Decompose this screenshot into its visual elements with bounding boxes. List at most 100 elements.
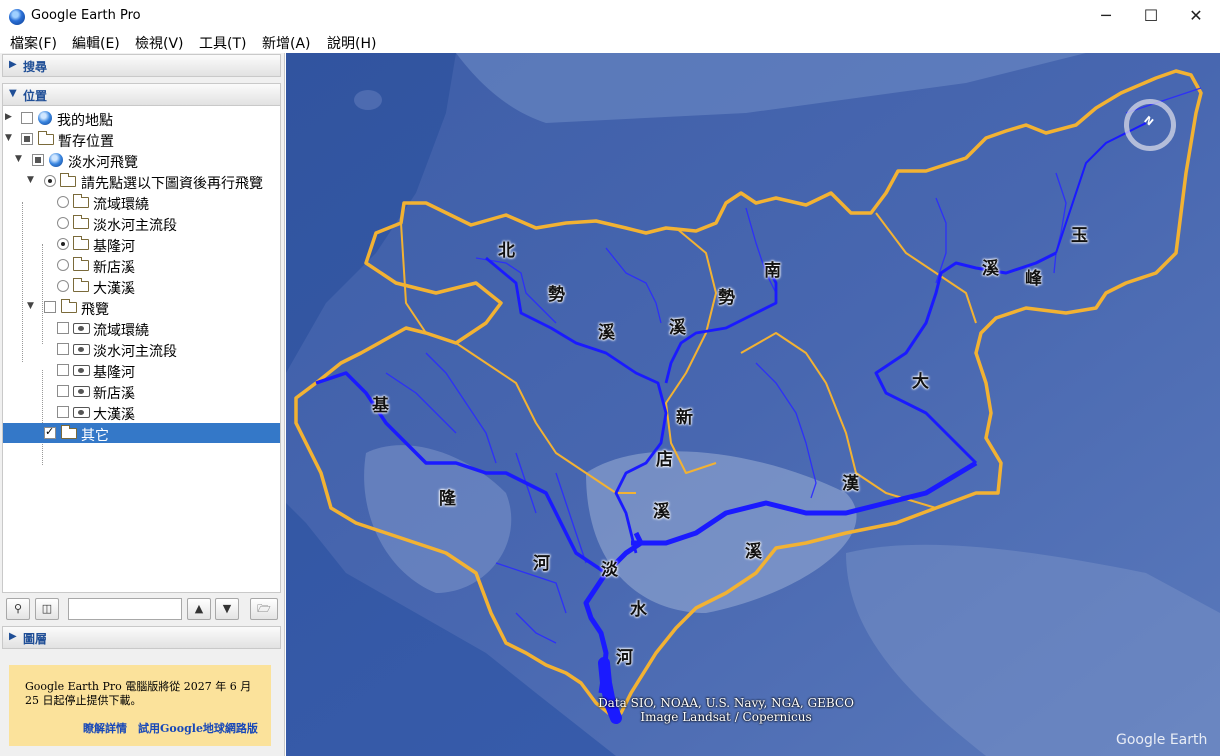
label-xi-4: 溪: [653, 502, 670, 522]
tour-icon: [73, 323, 90, 334]
tree-item-tour-xindian-river[interactable]: 新店溪: [3, 381, 280, 402]
collapse-arrow-icon[interactable]: ▼: [27, 175, 34, 185]
expand-arrow-icon[interactable]: ▶: [5, 112, 12, 122]
checkbox[interactable]: [57, 343, 69, 355]
try-web-version-link[interactable]: 試用Google地球網路版: [138, 720, 258, 736]
layers-panel-title: 圖層: [23, 632, 48, 646]
tree-item-tour-basin-orbit[interactable]: 流域環繞: [3, 318, 280, 339]
globe-icon: [49, 153, 63, 167]
places-panel-header[interactable]: ▼ 位置: [2, 83, 281, 106]
tree-item-keelung-river[interactable]: 基隆河: [3, 234, 280, 255]
folder-menu-button[interactable]: 🗁: [250, 598, 278, 620]
label-xi-3: 溪: [982, 259, 999, 279]
toggle-sidebar-button[interactable]: ◫: [35, 598, 59, 620]
tree-item-basin-orbit[interactable]: 流域環繞: [3, 192, 280, 213]
tree-item-tamsui-flyover[interactable]: ▼ 淡水河飛覽: [3, 150, 280, 171]
checkbox[interactable]: [44, 301, 56, 313]
label-xin: 新: [676, 408, 693, 428]
label-he-1: 河: [533, 554, 550, 574]
layers-panel-header[interactable]: ▶ 圖層: [2, 626, 281, 649]
tour-icon: [73, 407, 90, 418]
label-he-2: 河: [616, 648, 633, 668]
credits-data: Data SIO, NOAA, U.S. Navy, NGA, GEBCO: [598, 696, 854, 710]
navigation-compass[interactable]: N: [1124, 99, 1176, 151]
collapse-arrow-icon[interactable]: ▼: [5, 133, 12, 143]
checkbox[interactable]: [57, 364, 69, 376]
checkbox[interactable]: [57, 406, 69, 418]
collapse-arrow-icon[interactable]: ▼: [15, 154, 22, 164]
label-feng: 峰: [1025, 269, 1042, 289]
close-button[interactable]: ✕: [1173, 0, 1219, 32]
maximize-button[interactable]: ☐: [1128, 0, 1174, 32]
search-button[interactable]: ⚲: [6, 598, 30, 620]
tree-item-tour-dahan-river[interactable]: 大漢溪: [3, 402, 280, 423]
map-credits: Data SIO, NOAA, U.S. Navy, NGA, GEBCO Im…: [596, 696, 856, 724]
radio-button[interactable]: [57, 280, 69, 292]
tree-item-label: 流域環繞: [93, 323, 149, 339]
menu-bar: 檔案(F) 編輯(E) 檢視(V) 工具(T) 新增(A) 說明(H): [0, 32, 1220, 53]
checkbox[interactable]: [21, 133, 33, 145]
checkbox[interactable]: [21, 112, 33, 124]
tree-item-temporary-places[interactable]: ▼ 暫存位置: [3, 129, 280, 150]
tree-item-label: 暫存位置: [58, 134, 114, 150]
tree-item-tour-folder[interactable]: ▼ 飛覽: [3, 297, 280, 318]
label-da: 大: [912, 372, 929, 392]
radio-button[interactable]: [57, 259, 69, 271]
expand-arrow-icon: ▶: [9, 631, 17, 642]
label-xi-2: 溪: [669, 318, 686, 338]
checkbox[interactable]: [57, 385, 69, 397]
folder-icon: [73, 215, 89, 229]
tree-item-label: 基隆河: [93, 239, 135, 255]
tour-icon: [73, 365, 90, 376]
move-up-button[interactable]: ▲: [187, 598, 211, 620]
menu-file[interactable]: 檔案(F): [10, 33, 57, 53]
label-han: 漢: [842, 474, 859, 494]
radio-button[interactable]: [57, 238, 69, 250]
tree-item-label: 大漢溪: [93, 281, 135, 297]
tree-item-tour-keelung-river[interactable]: 基隆河: [3, 360, 280, 381]
radio-button[interactable]: [57, 196, 69, 208]
checkbox[interactable]: [44, 425, 56, 439]
label-ji: 基: [372, 396, 389, 416]
tree-item-tour-tamsui-main[interactable]: 淡水河主流段: [3, 339, 280, 360]
compass-north-indicator: N: [1141, 114, 1155, 129]
learn-more-link[interactable]: 瞭解詳情: [83, 720, 127, 736]
tree-item-my-places[interactable]: ▶ 我的地點: [3, 108, 280, 129]
menu-add[interactable]: 新增(A): [262, 33, 311, 53]
tree-item-tamsui-main[interactable]: 淡水河主流段: [3, 213, 280, 234]
menu-edit[interactable]: 編輯(E): [72, 33, 120, 53]
places-filter-input[interactable]: [68, 598, 182, 620]
tour-icon: [73, 386, 90, 397]
tree-item-other[interactable]: 其它: [3, 423, 280, 444]
tree-item-select-first[interactable]: ▼ 請先點選以下圖資後再行飛覽: [3, 171, 280, 192]
google-earth-watermark: Google Earth: [1116, 732, 1208, 748]
globe-icon: [38, 111, 52, 125]
google-earth-app-icon: [9, 9, 25, 25]
folder-icon: [60, 173, 76, 187]
folder-icon: [38, 131, 54, 145]
checkbox[interactable]: [57, 322, 69, 334]
label-xi-5: 溪: [745, 542, 762, 562]
island: [354, 90, 382, 110]
move-down-button[interactable]: ▼: [215, 598, 239, 620]
tree-item-xindian-river[interactable]: 新店溪: [3, 255, 280, 276]
folder-icon: [61, 425, 77, 439]
tree-item-dahan-river[interactable]: 大漢溪: [3, 276, 280, 297]
menu-view[interactable]: 檢視(V): [135, 33, 184, 53]
minimize-button[interactable]: ─: [1083, 0, 1129, 32]
menu-help[interactable]: 說明(H): [327, 33, 376, 53]
label-shi-1: 勢: [548, 285, 565, 305]
search-panel-header[interactable]: ▶ 搜尋: [2, 54, 281, 77]
menu-tools[interactable]: 工具(T): [199, 33, 246, 53]
radio-button[interactable]: [44, 175, 56, 187]
map-view[interactable]: 北 勢 溪 溪 勢 南 玉 溪 峰 大 新 店 溪 漢 溪 基 隆 河 淡 水 …: [286, 53, 1220, 756]
radio-button[interactable]: [57, 217, 69, 229]
checkbox[interactable]: [32, 154, 44, 166]
folder-icon: [73, 236, 89, 250]
collapse-arrow-icon[interactable]: ▼: [27, 301, 34, 311]
notice-text: Google Earth Pro 電腦版將從 2027 年 6 月 25 日起停…: [25, 680, 252, 707]
folder-icon: [73, 257, 89, 271]
map-canvas: [286, 53, 1220, 756]
places-tree: ▶ 我的地點 ▼ 暫存位置 ▼ 淡水河飛覽 ▼ 請先點選以下圖資後再行飛覽 流域…: [2, 105, 281, 593]
collapse-arrow-icon: ▼: [9, 88, 17, 99]
